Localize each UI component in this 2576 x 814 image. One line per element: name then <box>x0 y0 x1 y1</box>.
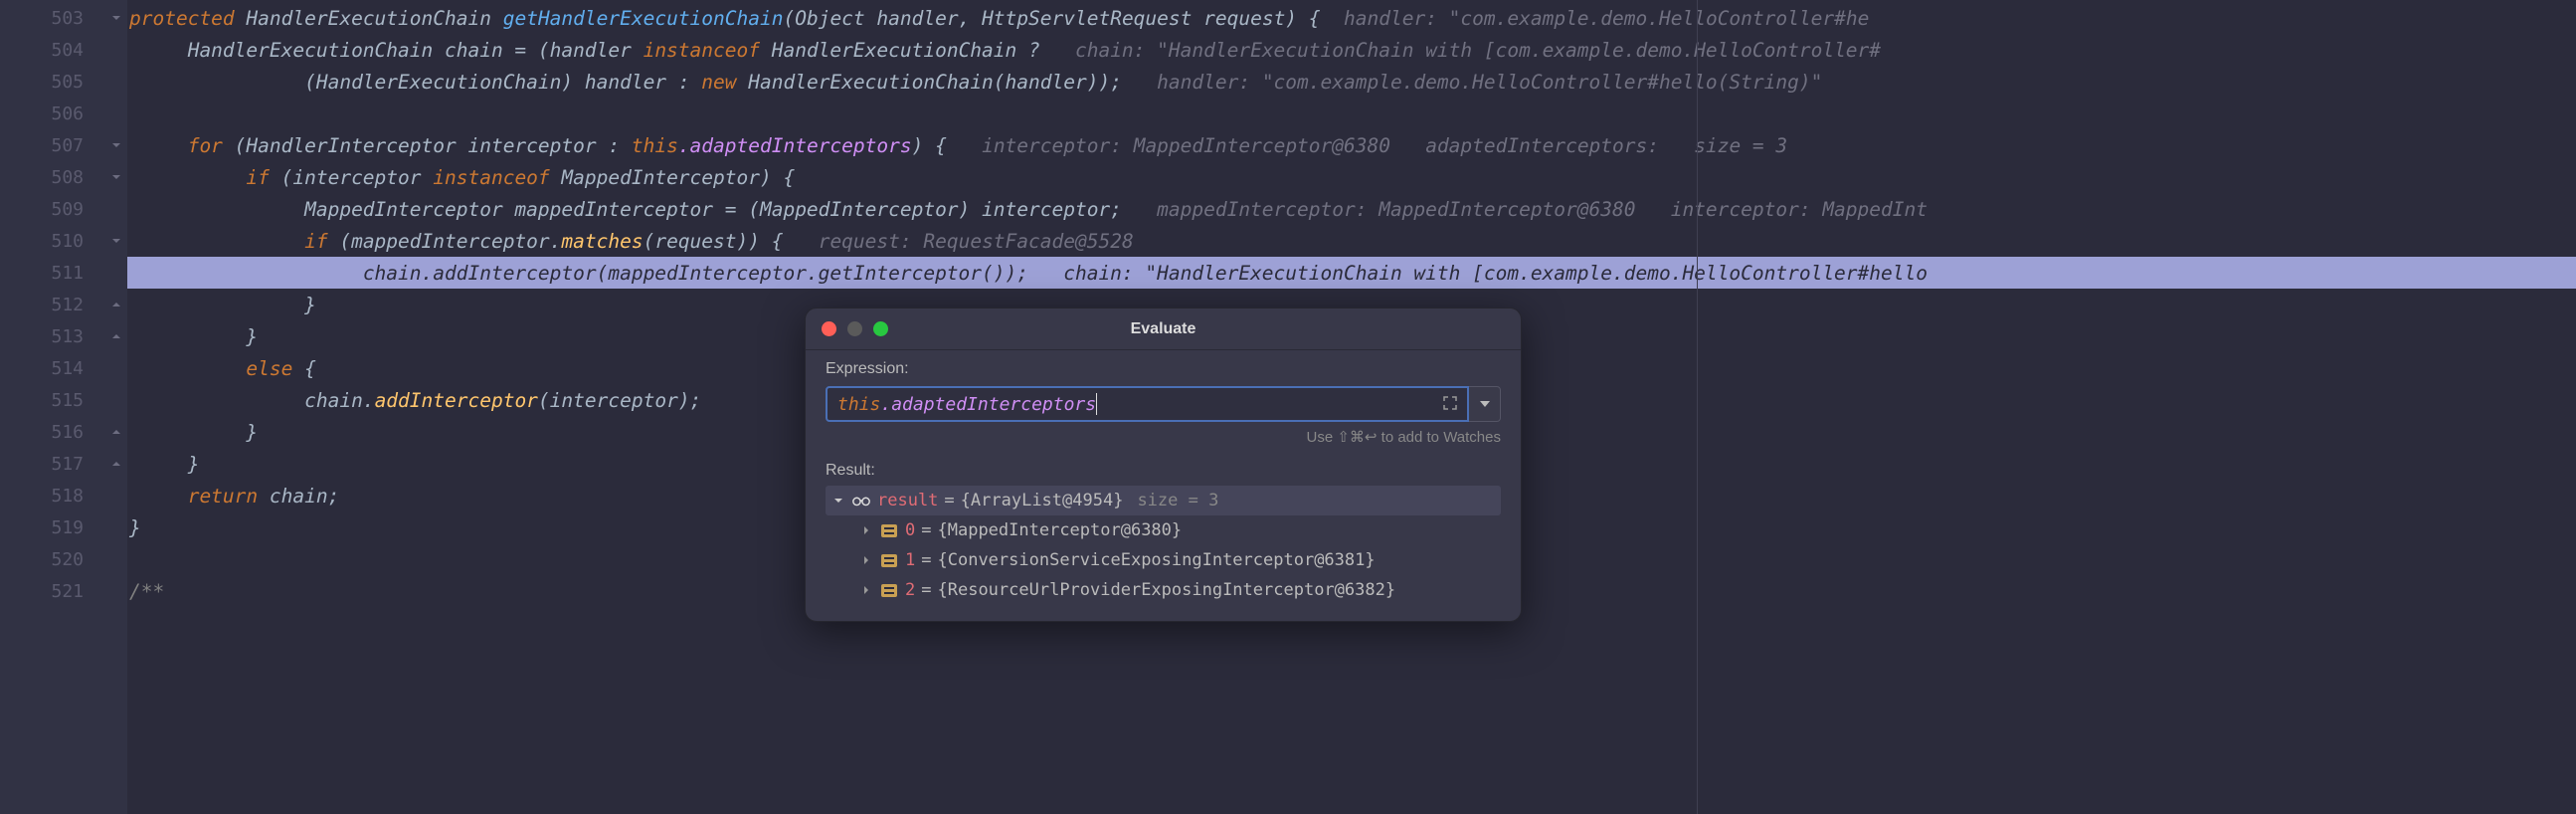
line-number: 518 <box>0 480 127 511</box>
watch-icon <box>851 495 871 507</box>
window-minimize-button <box>847 321 862 336</box>
index-icon <box>879 524 899 537</box>
code-line[interactable]: (HandlerExecutionChain) handler : new Ha… <box>127 66 2576 98</box>
line-number: 508 <box>0 161 127 193</box>
line-number: 505 <box>0 66 127 98</box>
fold-icon[interactable] <box>109 234 123 248</box>
code-line[interactable]: HandlerExecutionChain chain = (handler i… <box>127 34 2576 66</box>
fold-icon[interactable] <box>109 170 123 184</box>
expression-label: Expression: <box>826 360 1501 378</box>
dialog-titlebar[interactable]: Evaluate <box>806 308 1521 350</box>
line-number: 503 <box>0 2 127 34</box>
line-number: 511 <box>0 257 127 289</box>
result-label: Result: <box>826 462 1501 480</box>
chevron-right-icon[interactable] <box>859 525 873 535</box>
chevron-right-icon[interactable] <box>859 585 873 595</box>
line-number: 521 <box>0 575 127 607</box>
fold-icon[interactable] <box>109 425 123 439</box>
line-number: 507 <box>0 129 127 161</box>
line-number: 513 <box>0 320 127 352</box>
tree-node-root[interactable]: result = {ArrayList@4954} size = 3 <box>826 486 1501 515</box>
history-dropdown-button[interactable] <box>1469 386 1501 422</box>
evaluate-dialog: Evaluate Expression: this.adaptedInterce… <box>805 307 1522 622</box>
fold-icon[interactable] <box>109 329 123 343</box>
line-gutter: 503 504 505 506 507 508 509 510 511 512 … <box>0 0 127 814</box>
fold-icon[interactable] <box>109 457 123 471</box>
right-margin-ruler <box>1697 0 1698 814</box>
expression-input[interactable]: this.adaptedInterceptors <box>826 386 1469 422</box>
line-number: 517 <box>0 448 127 480</box>
tree-node-item[interactable]: 2 = {ResourceUrlProviderExposingIntercep… <box>826 575 1501 605</box>
code-line[interactable]: if (mappedInterceptor.matches(request)) … <box>127 225 2576 257</box>
line-number: 506 <box>0 98 127 129</box>
line-number: 520 <box>0 543 127 575</box>
result-tree[interactable]: result = {ArrayList@4954} size = 3 0 = {… <box>826 486 1501 605</box>
line-number: 504 <box>0 34 127 66</box>
code-line[interactable]: for (HandlerInterceptor interceptor : th… <box>127 129 2576 161</box>
tree-node-item[interactable]: 1 = {ConversionServiceExposingIntercepto… <box>826 545 1501 575</box>
window-close-button[interactable] <box>822 321 836 336</box>
chevron-right-icon[interactable] <box>859 555 873 565</box>
code-line[interactable]: protected HandlerExecutionChain getHandl… <box>127 2 2576 34</box>
expand-icon[interactable] <box>1443 394 1457 415</box>
line-number: 519 <box>0 511 127 543</box>
line-number: 516 <box>0 416 127 448</box>
line-number: 512 <box>0 289 127 320</box>
shortcut-hint: Use ⇧⌘↩ to add to Watches <box>826 428 1501 446</box>
chevron-down-icon[interactable] <box>831 496 845 506</box>
code-line[interactable]: MappedInterceptor mappedInterceptor = (M… <box>127 193 2576 225</box>
index-icon <box>879 554 899 567</box>
line-number: 510 <box>0 225 127 257</box>
line-number: 515 <box>0 384 127 416</box>
code-line-current[interactable]: chain.addInterceptor(mappedInterceptor.g… <box>127 257 2576 289</box>
code-line[interactable]: if (interceptor instanceof MappedInterce… <box>127 161 2576 193</box>
fold-icon[interactable] <box>109 138 123 152</box>
text-caret <box>1096 393 1097 415</box>
tree-node-item[interactable]: 0 = {MappedInterceptor@6380} <box>826 515 1501 545</box>
dialog-title: Evaluate <box>806 320 1521 338</box>
line-number: 509 <box>0 193 127 225</box>
line-number: 514 <box>0 352 127 384</box>
window-maximize-button[interactable] <box>873 321 888 336</box>
code-line[interactable] <box>127 98 2576 129</box>
index-icon <box>879 584 899 597</box>
fold-icon[interactable] <box>109 11 123 25</box>
fold-icon[interactable] <box>109 298 123 311</box>
